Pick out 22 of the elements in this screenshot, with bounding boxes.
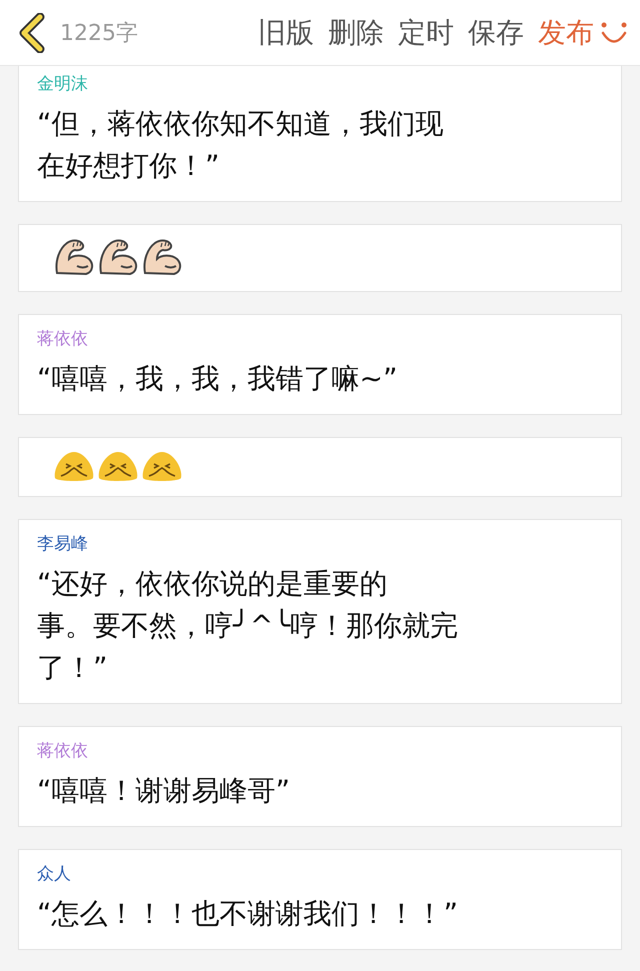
speaker-name: 金明沫 [37,73,88,95]
flexed-arm-icon [97,237,139,277]
flexed-arm-icon [141,237,183,277]
toolbar-action[interactable]: 定时 [398,14,454,52]
toolbar-action[interactable]: 保存 [468,14,524,52]
face-icon [97,450,139,482]
speaker-name: 众人 [37,863,71,885]
dialogue-text: “嘻嘻，我，我，我错了嘛~” [37,361,398,397]
speaker-name: 蒋依依 [37,740,88,762]
word-count: 1225字 [60,20,138,48]
face-icon [53,450,95,482]
dialogue-text: “嘻嘻！谢谢易峰哥” [37,773,290,809]
speaker-name: 李易峰 [37,533,88,555]
smiley-icon[interactable] [600,20,628,46]
dialogue-text: “但，蒋依依你知不知道，我们现 在好想打你！” [37,106,444,184]
toolbar-action[interactable]: 删除 [328,14,384,52]
dialogue-text: “怎么！！！也不谢谢我们！！！” [37,896,458,932]
speaker-name: 蒋依依 [37,328,88,350]
face-icon [141,450,183,482]
toolbar-action[interactable]: 旧版 [258,14,314,52]
dialogue-text: “还好，依依你说的是重要的 事。要不然，哼╯^╰哼！那你就完 了！” [37,566,458,686]
flexed-arm-icon [53,237,95,277]
